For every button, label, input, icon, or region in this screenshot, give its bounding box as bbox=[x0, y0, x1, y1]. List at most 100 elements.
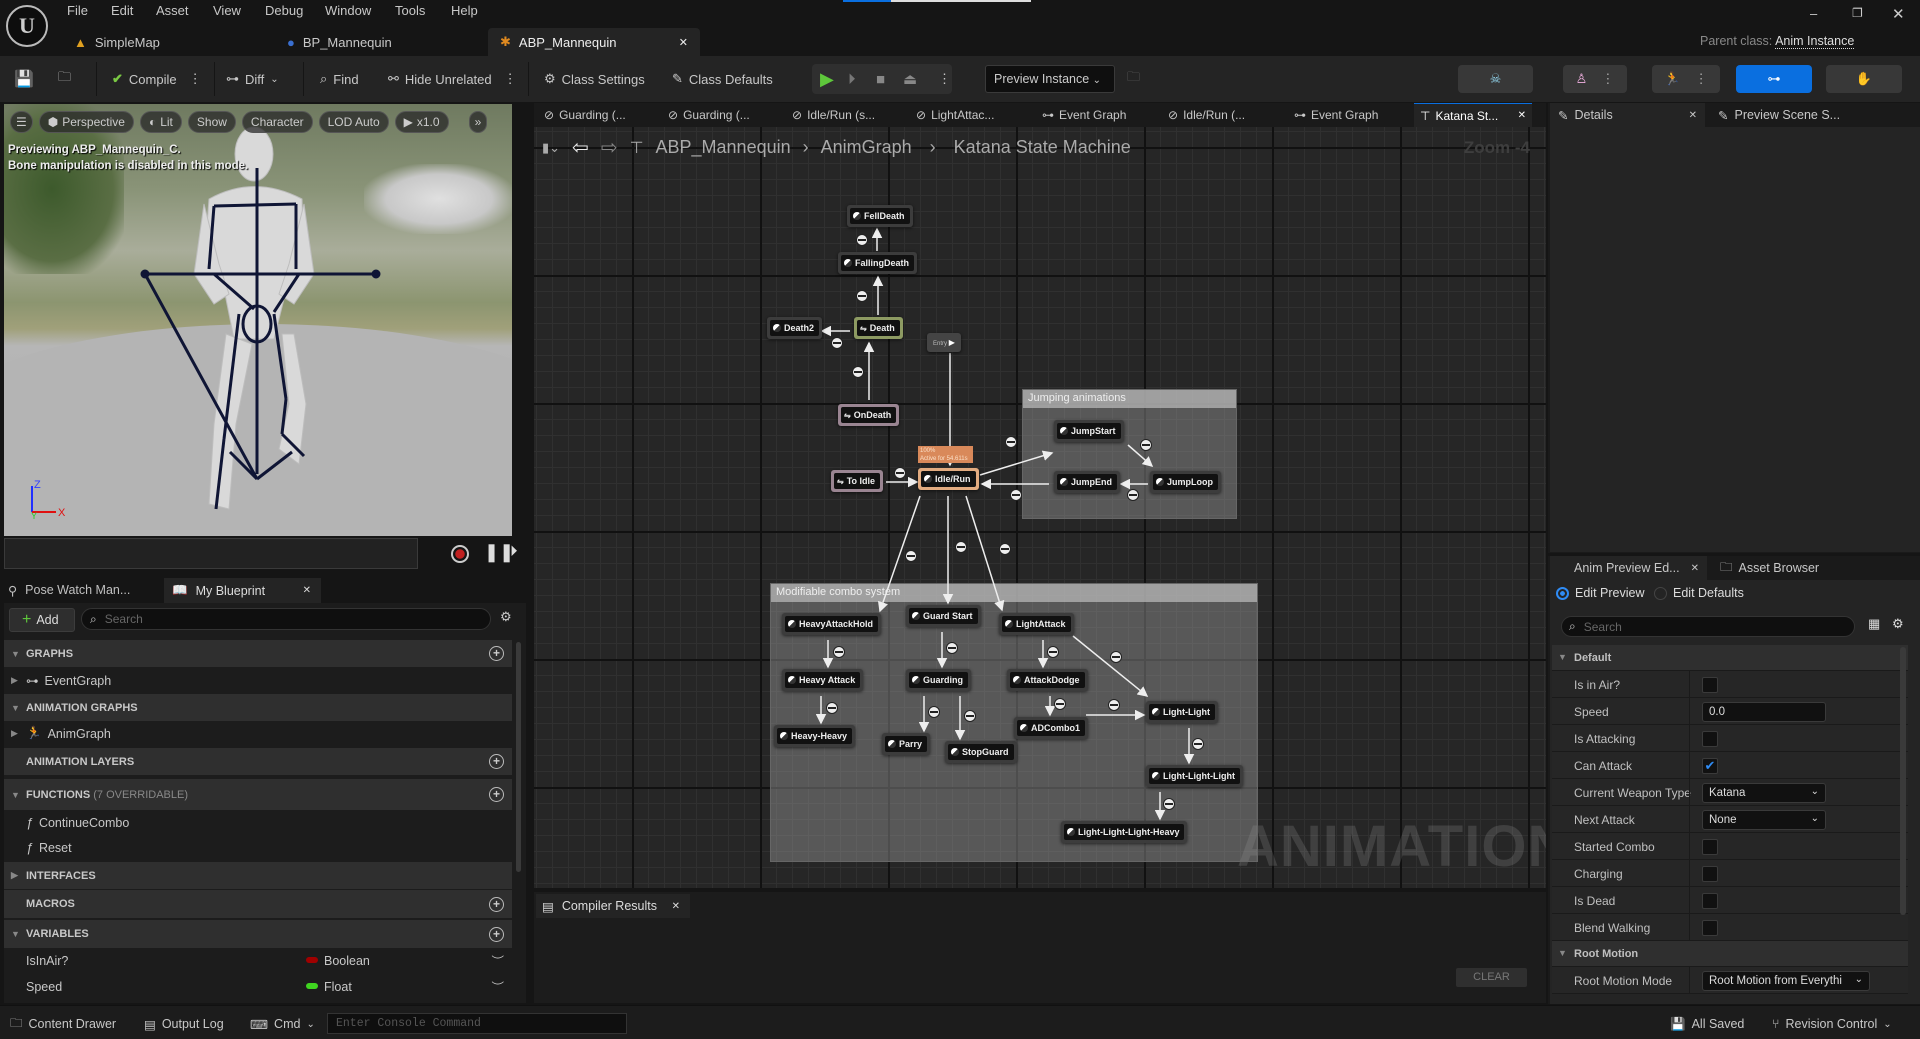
section-animation-layers[interactable]: ANIMATION LAYERS + bbox=[4, 748, 512, 775]
state-node[interactable]: ADCombo1 bbox=[1014, 717, 1088, 739]
can-attack-checkbox[interactable]: ✔ bbox=[1702, 758, 1718, 774]
state-node[interactable]: FellDeath bbox=[847, 205, 913, 227]
is-in-air-checkbox[interactable] bbox=[1702, 677, 1718, 693]
step-button[interactable]: ⏵ bbox=[848, 66, 856, 92]
asset-browser-tab[interactable]: 🗀 Asset Browser bbox=[1712, 556, 1827, 580]
graph-editor[interactable]: ⊘ Guarding (... ⊘ Guarding (... ⊘ Idle/Run … bbox=[534, 103, 1546, 888]
close-icon[interactable]: ✕ bbox=[1689, 110, 1697, 121]
hide-unrelated-button[interactable]: ⚯ Hide Unrelated ⋮ bbox=[388, 66, 517, 92]
transition-rule-icon[interactable] bbox=[826, 702, 838, 714]
character-button[interactable]: Character bbox=[241, 111, 313, 133]
play-button[interactable]: ▶ bbox=[820, 66, 834, 92]
state-node[interactable]: Guard Start bbox=[906, 605, 981, 627]
is-attacking-checkbox[interactable] bbox=[1702, 731, 1718, 747]
state-node[interactable]: Death2 bbox=[767, 317, 823, 339]
entry-node[interactable]: Entry ▶ bbox=[927, 333, 961, 352]
transition-rule-icon[interactable] bbox=[1047, 646, 1059, 658]
started-combo-checkbox[interactable] bbox=[1702, 839, 1718, 855]
compile-button[interactable]: ✔ Compile ⋮ bbox=[112, 66, 202, 92]
all-saved-button[interactable]: 💾 All Saved bbox=[1670, 1013, 1744, 1035]
transition-rule-icon[interactable] bbox=[831, 337, 843, 349]
doc-tab-simplemap[interactable]: ▲ SimpleMap bbox=[62, 28, 172, 56]
details-scrollbar[interactable] bbox=[1900, 647, 1906, 915]
transition-rule-icon[interactable] bbox=[1163, 798, 1175, 810]
settings-gear-icon[interactable]: ⚙ bbox=[1892, 616, 1904, 632]
mesh-mode-button[interactable]: ♙ ⋮ bbox=[1563, 65, 1627, 93]
state-node[interactable]: StopGuard bbox=[945, 741, 1017, 763]
close-window-button[interactable]: ✕ bbox=[1892, 5, 1905, 23]
transition-rule-icon[interactable] bbox=[894, 467, 906, 479]
category-root-motion[interactable]: ▼ Root Motion bbox=[1552, 941, 1908, 967]
category-default[interactable]: ▼ Default bbox=[1552, 645, 1908, 671]
state-node[interactable]: Heavy Attack bbox=[782, 669, 864, 691]
more-options-button[interactable]: » bbox=[468, 111, 488, 133]
diff-button[interactable]: ⊶ Diff ⌄ bbox=[226, 66, 279, 92]
menu-file[interactable]: File bbox=[67, 3, 88, 18]
perspective-button[interactable]: ⬢ Perspective bbox=[38, 111, 134, 133]
blueprint-scrollbar[interactable] bbox=[516, 642, 521, 872]
preview-scene-tab[interactable]: ✎ Preview Scene S... bbox=[1710, 103, 1848, 127]
menu-help[interactable]: Help bbox=[451, 3, 478, 18]
show-button[interactable]: Show bbox=[187, 111, 236, 133]
unreal-logo[interactable]: U bbox=[6, 5, 48, 47]
edge-idlerun-jumpstart[interactable] bbox=[979, 450, 1054, 476]
menu-window[interactable]: Window bbox=[325, 3, 371, 18]
blueprint-search-input[interactable]: ⌕ Search bbox=[81, 608, 491, 630]
parent-class-link[interactable]: Anim Instance bbox=[1775, 34, 1855, 49]
blueprint-mode-button[interactable]: ⊶ bbox=[1736, 65, 1812, 93]
edit-defaults-radio[interactable]: Edit Defaults bbox=[1654, 586, 1744, 600]
state-node[interactable]: Guarding bbox=[906, 669, 971, 691]
section-macros[interactable]: MACROS + bbox=[4, 890, 512, 918]
close-icon[interactable]: ✕ bbox=[679, 36, 688, 49]
transition-rule-icon[interactable] bbox=[1127, 489, 1139, 501]
kebab-icon[interactable]: ⋮ bbox=[1601, 71, 1614, 87]
state-node[interactable]: Light-Light bbox=[1146, 701, 1218, 723]
conduit-node[interactable]: ⇋ Death bbox=[854, 317, 903, 339]
state-node[interactable]: JumpEnd bbox=[1054, 471, 1121, 493]
state-node[interactable]: AttackDodge bbox=[1007, 669, 1088, 691]
variable-item[interactable]: IsInAir? Boolean ︶ bbox=[4, 948, 512, 973]
eject-button[interactable]: ⏏ bbox=[903, 66, 917, 92]
section-variables[interactable]: ▼ VARIABLES + bbox=[4, 920, 512, 948]
speed-input[interactable]: 0.0 bbox=[1702, 702, 1826, 722]
close-icon[interactable]: ✕ bbox=[672, 901, 680, 912]
kebab-icon[interactable]: ⋮ bbox=[1695, 71, 1708, 87]
add-button[interactable]: + Add bbox=[9, 608, 75, 632]
class-settings-button[interactable]: ⚙ Class Settings bbox=[544, 66, 645, 92]
transition-rule-icon[interactable] bbox=[1192, 738, 1204, 750]
console-input[interactable]: Enter Console Command bbox=[327, 1013, 627, 1034]
state-node[interactable]: HeavyAttackHold bbox=[782, 613, 882, 635]
state-node[interactable]: FallingDeath bbox=[838, 252, 918, 274]
transition-rule-icon[interactable] bbox=[856, 234, 868, 246]
details-tab[interactable]: ✎ Details ✕ bbox=[1550, 103, 1705, 127]
menu-edit[interactable]: Edit bbox=[111, 3, 133, 18]
revision-control-button[interactable]: ⑂ Revision Control ⌄ bbox=[1772, 1013, 1892, 1035]
transition-rule-icon[interactable] bbox=[1054, 698, 1066, 710]
cmd-dropdown[interactable]: ⌨ Cmd ⌄ bbox=[250, 1013, 315, 1035]
stop-button[interactable]: ■ bbox=[876, 66, 885, 92]
alias-node[interactable]: ⇋ OnDeath bbox=[838, 404, 900, 426]
transition-rule-icon[interactable] bbox=[1110, 651, 1122, 663]
transition-rule-icon[interactable] bbox=[964, 710, 976, 722]
section-graphs[interactable]: ▼ GRAPHS + bbox=[4, 640, 512, 667]
transition-rule-icon[interactable] bbox=[928, 706, 940, 718]
section-interfaces[interactable]: ▶ INTERFACES bbox=[4, 862, 512, 889]
alias-node[interactable]: ⇋ To Idle bbox=[831, 470, 884, 492]
add-variable-icon[interactable]: + bbox=[489, 926, 504, 942]
find-button[interactable]: ⌕ Find bbox=[320, 66, 359, 92]
transition-rule-icon[interactable] bbox=[1108, 699, 1120, 711]
edit-preview-radio[interactable]: Edit Preview bbox=[1556, 586, 1644, 600]
graph-item-eventgraph[interactable]: ▶ ⊶ EventGraph bbox=[4, 668, 512, 693]
root-motion-mode-dropdown[interactable]: Root Motion from Everythi ⌄ bbox=[1702, 971, 1870, 991]
state-node[interactable]: Light-Light-Light bbox=[1146, 765, 1243, 787]
graph-item-animgraph[interactable]: ▶ 🏃 AnimGraph bbox=[4, 721, 512, 746]
transition-rule-icon[interactable] bbox=[833, 646, 845, 658]
physics-mode-button[interactable]: ✋ bbox=[1826, 65, 1902, 93]
state-node[interactable]: LightAttack bbox=[999, 613, 1074, 635]
minimize-button[interactable]: – bbox=[1810, 6, 1817, 21]
doc-tab-bp-mannequin[interactable]: ● BP_Mannequin bbox=[275, 28, 404, 56]
transition-rule-icon[interactable] bbox=[856, 290, 868, 302]
function-item[interactable]: ƒ Reset bbox=[4, 835, 512, 860]
viewport-menu-button[interactable]: ☰ bbox=[10, 111, 33, 133]
edge-idlerun-lightattack[interactable] bbox=[965, 495, 1005, 612]
